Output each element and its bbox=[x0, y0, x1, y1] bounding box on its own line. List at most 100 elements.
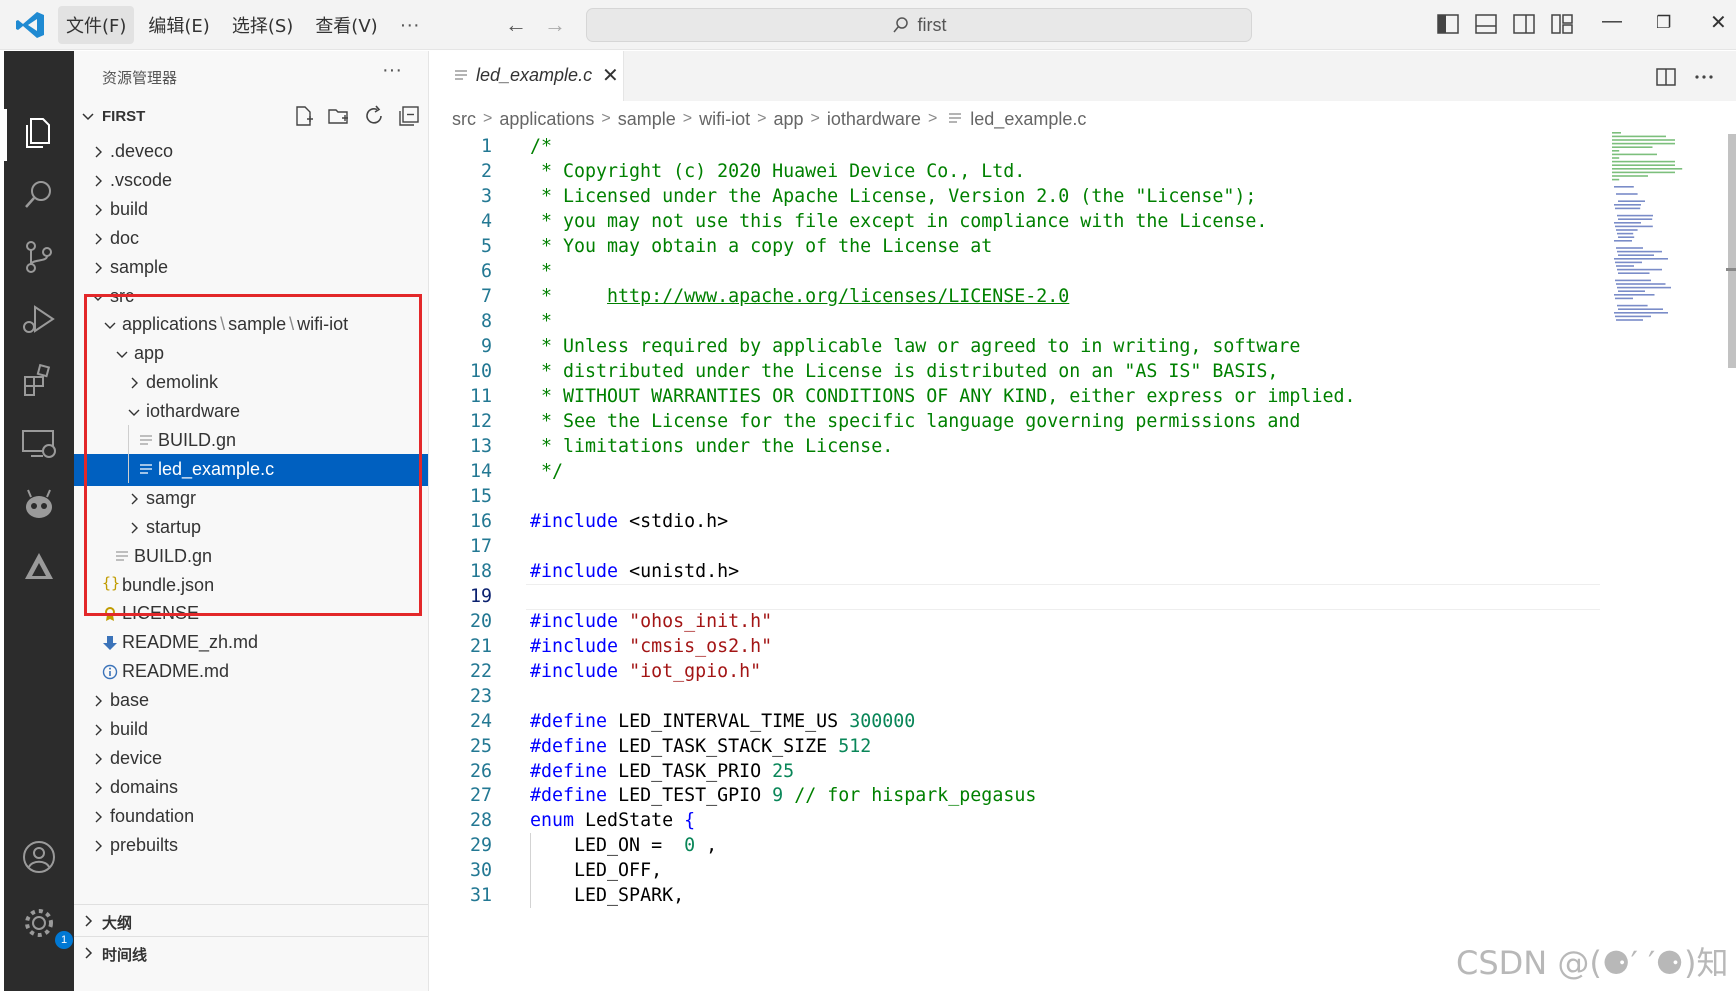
code-token: "iot_gpio.h" bbox=[629, 660, 762, 682]
folder-item[interactable]: app bbox=[74, 338, 428, 370]
code-line: * See the License for the specific langu… bbox=[530, 411, 1300, 432]
folder-item[interactable]: src bbox=[74, 281, 428, 313]
chevron-right-icon bbox=[95, 840, 102, 852]
code-token: * Licensed under the Apache License, Ver… bbox=[530, 185, 1257, 207]
folder-item[interactable]: .deveco bbox=[74, 136, 428, 168]
code-token: #include bbox=[530, 660, 619, 682]
tree-item-label: build bbox=[110, 719, 149, 739]
code-token: * bbox=[530, 310, 553, 332]
code-token[interactable]: http://www.apache.org/licenses/LICENSE-2… bbox=[607, 286, 1069, 307]
new-file-icon[interactable] bbox=[292, 104, 316, 128]
search-icon[interactable] bbox=[19, 175, 59, 215]
tree-item-label: bundle.json bbox=[122, 574, 215, 595]
folder-item[interactable]: demolink bbox=[74, 367, 428, 399]
collapse-all-icon[interactable] bbox=[397, 104, 421, 128]
watermark: CSDN @(⚈′ ′⚈)知 bbox=[1456, 944, 1729, 982]
toggle-secondary-sidebar-icon[interactable] bbox=[1512, 12, 1536, 36]
menu-selection[interactable]: 选择(S) bbox=[224, 6, 301, 44]
code-line: /* bbox=[530, 136, 552, 157]
folder-item[interactable]: prebuilts bbox=[74, 830, 428, 862]
vscode-logo-icon bbox=[16, 12, 44, 38]
code-token: "cmsis_os2.h" bbox=[629, 635, 773, 657]
deveco-tool-icon[interactable] bbox=[19, 547, 59, 587]
vertical-scrollbar[interactable] bbox=[1728, 134, 1736, 368]
menu-file[interactable]: 文件(F) bbox=[58, 6, 135, 44]
customize-layout-icon[interactable] bbox=[1550, 12, 1574, 36]
file-item[interactable]: LICENSE bbox=[74, 598, 428, 630]
refresh-icon[interactable] bbox=[362, 104, 386, 128]
account-icon[interactable] bbox=[19, 837, 59, 877]
more-actions-icon[interactable] bbox=[1692, 65, 1716, 89]
toggle-panel-icon[interactable] bbox=[1474, 12, 1498, 36]
extensions-icon[interactable] bbox=[19, 361, 59, 401]
explorer-icon[interactable] bbox=[19, 113, 59, 153]
code-editor[interactable]: 1 /* 2 * Copyright (c) 2020 Huawei Device … bbox=[430, 136, 1600, 991]
deveco-device-icon[interactable] bbox=[19, 485, 59, 525]
tree-item-label: foundation bbox=[110, 805, 195, 826]
manage-settings-button[interactable]: 1 bbox=[19, 903, 73, 949]
forward-arrow-icon[interactable]: → bbox=[544, 12, 566, 38]
menu-more-icon[interactable]: ··· bbox=[392, 10, 428, 41]
file-item[interactable]: README_zh.md bbox=[74, 627, 428, 659]
breadcrumb-item[interactable]: led_example.c bbox=[970, 109, 1086, 130]
tree-item-label: led_example.c bbox=[158, 458, 275, 479]
info-icon bbox=[102, 664, 118, 680]
breadcrumb-item[interactable]: sample bbox=[618, 109, 676, 130]
folder-item[interactable]: build bbox=[74, 714, 428, 746]
file-item[interactable]: BUILD.gn bbox=[74, 541, 428, 573]
folder-item[interactable]: foundation bbox=[74, 801, 428, 833]
explorer-more-icon[interactable]: ··· bbox=[382, 59, 402, 82]
breadcrumb-item[interactable]: applications bbox=[499, 109, 594, 130]
run-debug-icon[interactable] bbox=[19, 299, 59, 339]
minimize-icon[interactable]: — bbox=[1602, 10, 1622, 33]
code-token: LED_ON = bbox=[574, 835, 674, 857]
workspace-section-header[interactable]: FIRST bbox=[74, 101, 428, 131]
back-arrow-icon[interactable]: ← bbox=[505, 12, 527, 38]
folder-item[interactable]: base bbox=[74, 685, 428, 717]
tab-led-example[interactable]: led_example.c ✕ bbox=[430, 51, 624, 101]
workspace-name: FIRST bbox=[102, 108, 146, 125]
text-file-icon bbox=[949, 113, 962, 123]
folder-item[interactable]: doc bbox=[74, 223, 428, 255]
file-item[interactable]: README.md bbox=[74, 656, 428, 688]
new-folder-icon[interactable] bbox=[327, 104, 351, 128]
chevron-right-icon bbox=[95, 204, 102, 216]
split-editor-icon[interactable] bbox=[1654, 65, 1678, 89]
menu-edit[interactable]: 编辑(E) bbox=[140, 6, 217, 44]
breadcrumb-item[interactable]: app bbox=[773, 109, 803, 130]
breadcrumb-item[interactable]: wifi-iot bbox=[699, 109, 750, 130]
code-token: */ bbox=[530, 460, 564, 482]
toggle-primary-sidebar-icon[interactable] bbox=[1436, 12, 1460, 36]
folder-item[interactable]: device bbox=[74, 743, 428, 775]
tab-close-icon[interactable]: ✕ bbox=[602, 63, 619, 88]
code-line: #include <stdio.h> bbox=[530, 511, 728, 532]
minimap[interactable] bbox=[1610, 130, 1730, 350]
chevron-right-icon bbox=[95, 811, 102, 823]
folder-item[interactable]: build bbox=[74, 194, 428, 226]
outline-section-header[interactable]: 大纲 bbox=[74, 904, 428, 936]
command-center-search[interactable]: first bbox=[586, 8, 1252, 42]
folder-item[interactable]: startup bbox=[74, 512, 428, 544]
tree-item-label: src bbox=[110, 285, 134, 306]
code-token: * Copyright (c) 2020 Huawei Device Co., … bbox=[530, 160, 1026, 182]
menu-view[interactable]: 查看(V) bbox=[307, 6, 385, 44]
breadcrumb-item[interactable]: src bbox=[452, 109, 476, 130]
tree-item-label: README.md bbox=[122, 661, 230, 682]
folder-item[interactable]: samgr bbox=[74, 483, 428, 515]
close-icon[interactable]: ✕ bbox=[1710, 10, 1727, 35]
restore-icon[interactable]: ❐ bbox=[1656, 13, 1671, 33]
source-control-icon[interactable] bbox=[19, 237, 59, 277]
folder-item[interactable]: sample bbox=[74, 252, 428, 284]
file-item[interactable]: {} bundle.json bbox=[74, 570, 428, 602]
tree-item-label: domains bbox=[110, 776, 179, 797]
folder-item[interactable]: .vscode bbox=[74, 165, 428, 197]
folder-item[interactable]: iothardware bbox=[74, 396, 428, 428]
breadcrumb-item[interactable]: iothardware bbox=[827, 109, 921, 130]
folder-item[interactable]: applications \ sample \ wifi-iot bbox=[74, 309, 428, 341]
remote-explorer-icon[interactable] bbox=[19, 423, 59, 463]
timeline-section-header[interactable]: 时间线 bbox=[74, 936, 428, 968]
code-token: /* bbox=[530, 136, 553, 157]
code-token: { bbox=[684, 810, 696, 832]
folder-item[interactable]: domains bbox=[74, 772, 428, 804]
